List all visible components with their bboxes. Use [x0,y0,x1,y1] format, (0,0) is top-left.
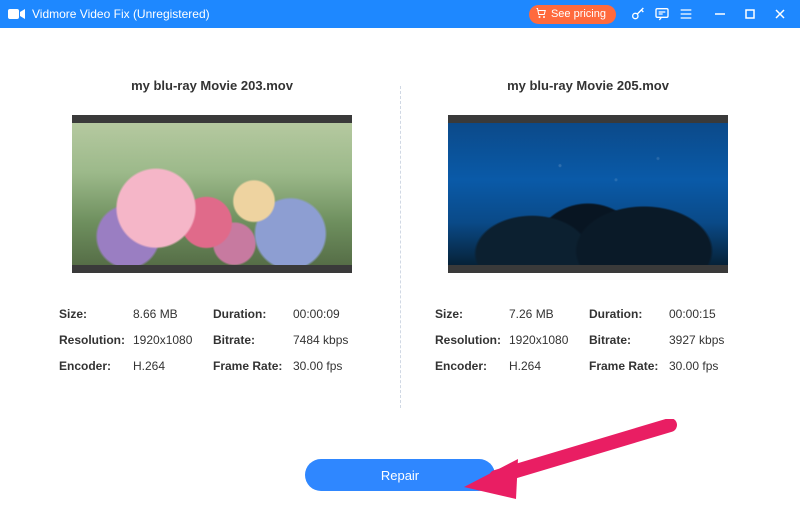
framerate-value: 30.00 fps [293,359,365,373]
encoder-value: H.264 [509,359,589,373]
encoder-value: H.264 [133,359,213,373]
framerate-label: Frame Rate: [213,359,293,373]
left-pane: my blu-ray Movie 203.mov Size: 8.66 MB D… [24,78,400,448]
key-icon[interactable] [626,2,650,26]
footer: Repair [0,459,800,491]
right-filename: my blu-ray Movie 205.mov [507,78,669,93]
encoder-label: Encoder: [435,359,509,373]
resolution-label: Resolution: [435,333,509,347]
maximize-button[interactable] [738,2,762,26]
app-logo-icon [8,7,26,21]
cart-icon [535,7,547,22]
duration-label: Duration: [213,307,293,321]
framerate-value: 30.00 fps [669,359,741,373]
main-content: my blu-ray Movie 203.mov Size: 8.66 MB D… [0,28,800,448]
repair-button[interactable]: Repair [305,459,495,491]
feedback-icon[interactable] [650,2,674,26]
pane-divider [400,86,401,408]
menu-icon[interactable] [674,2,698,26]
see-pricing-label: See pricing [551,8,606,20]
resolution-value: 1920x1080 [133,333,213,347]
see-pricing-button[interactable]: See pricing [529,5,616,24]
duration-label: Duration: [589,307,669,321]
minimize-button[interactable] [708,2,732,26]
framerate-label: Frame Rate: [589,359,669,373]
left-filename: my blu-ray Movie 203.mov [131,78,293,93]
size-label: Size: [59,307,133,321]
duration-value: 00:00:15 [669,307,741,321]
resolution-label: Resolution: [59,333,133,347]
app-title: Vidmore Video Fix (Unregistered) [32,7,210,21]
size-label: Size: [435,307,509,321]
resolution-value: 1920x1080 [509,333,589,347]
left-metadata: Size: 8.66 MB Duration: 00:00:09 Resolut… [59,307,365,373]
size-value: 7.26 MB [509,307,589,321]
bitrate-value: 7484 kbps [293,333,365,347]
right-thumbnail-image [448,123,728,265]
size-value: 8.66 MB [133,307,213,321]
encoder-label: Encoder: [59,359,133,373]
duration-value: 00:00:09 [293,307,365,321]
right-pane: my blu-ray Movie 205.mov Size: 7.26 MB D… [400,78,776,448]
right-video-thumbnail[interactable] [448,115,728,273]
right-metadata: Size: 7.26 MB Duration: 00:00:15 Resolut… [435,307,741,373]
left-video-thumbnail[interactable] [72,115,352,273]
titlebar: Vidmore Video Fix (Unregistered) See pri… [0,0,800,28]
left-thumbnail-image [72,123,352,265]
close-button[interactable] [768,2,792,26]
bitrate-label: Bitrate: [213,333,293,347]
bitrate-label: Bitrate: [589,333,669,347]
bitrate-value: 3927 kbps [669,333,741,347]
